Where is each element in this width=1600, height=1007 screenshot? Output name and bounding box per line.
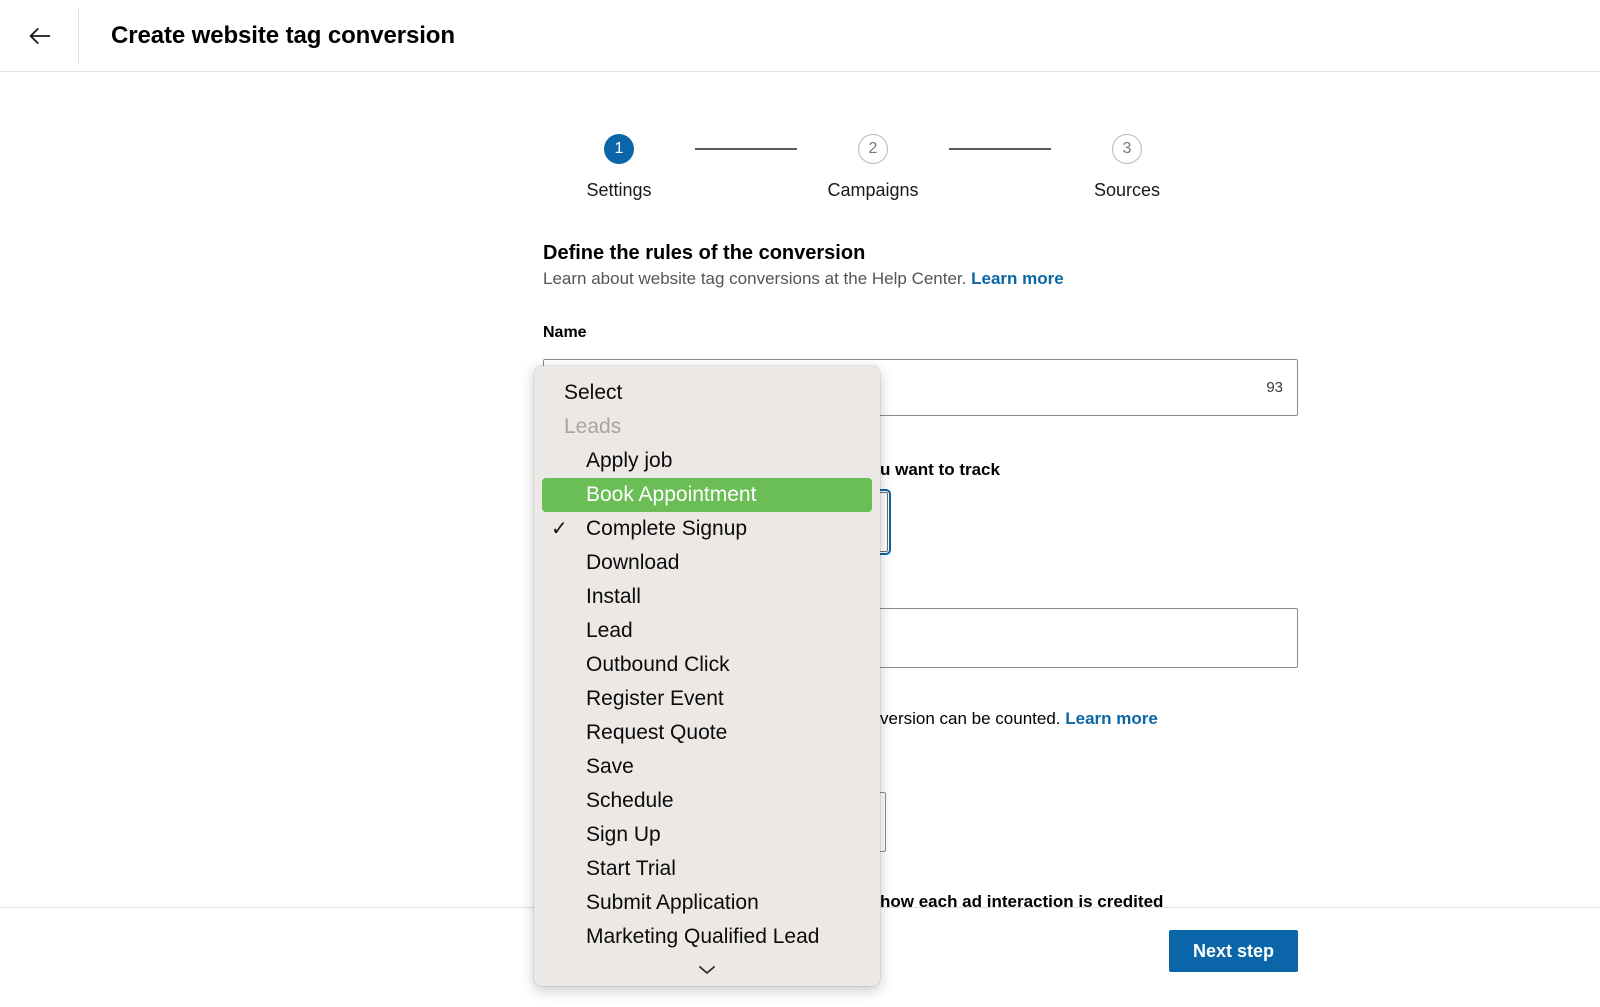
dropdown-option-label: Download [586, 551, 680, 574]
page-root: Create website tag conversion 1 Settings… [0, 0, 1600, 1007]
section-title: Define the rules of the conversion [543, 242, 866, 264]
step-sources[interactable]: 3 Sources [1051, 134, 1203, 201]
dropdown-option-label: Schedule [586, 789, 674, 812]
dropdown-option-apply-job[interactable]: Apply job [534, 444, 880, 478]
dropdown-option-label: Book Appointment [586, 483, 757, 506]
dropdown-option-sign-up[interactable]: Sign Up [534, 818, 880, 852]
dropdown-option-label: Complete Signup [586, 517, 748, 540]
dropdown-option-request-quote[interactable]: Request Quote [534, 716, 880, 750]
dropdown-option-label: Apply job [586, 449, 673, 472]
step-settings-label: Settings [586, 180, 652, 200]
back-button[interactable] [12, 8, 68, 64]
dropdown-group-leads: Leads [534, 410, 880, 444]
dropdown-option-label: Sign Up [586, 823, 661, 846]
section-subtitle: Learn about website tag conversions at t… [543, 269, 1064, 289]
dropdown-option-outbound-click[interactable]: Outbound Click [534, 648, 880, 682]
step-campaigns[interactable]: 2 Campaigns [797, 134, 949, 201]
step-sources-number: 3 [1112, 134, 1142, 164]
dropdown-title-item[interactable]: Select [534, 376, 880, 410]
dropdown-option-label: Start Trial [586, 857, 676, 880]
counting-learn-more-link[interactable]: Learn more [1065, 709, 1158, 728]
dropdown-option-label: Outbound Click [586, 653, 730, 676]
next-step-button[interactable]: Next step [1169, 930, 1299, 972]
dropdown-option-book-appointment[interactable]: Book Appointment [542, 478, 872, 512]
dropdown-option-submit-application[interactable]: Submit Application [534, 886, 880, 920]
wizard-stepper: 1 Settings 2 Campaigns 3 Sources [543, 134, 1203, 201]
dropdown-option-label: Lead [586, 619, 633, 642]
dropdown-option-marketing-qualified-lead[interactable]: Marketing Qualified Lead [534, 920, 880, 954]
name-char-counter: 93 [1266, 379, 1283, 396]
dropdown-option-label: Marketing Qualified Lead [586, 925, 820, 948]
dropdown-option-lead[interactable]: Lead [534, 614, 880, 648]
step-settings[interactable]: 1 Settings [543, 134, 695, 201]
dropdown-option-label: Submit Application [586, 891, 759, 914]
conversion-action-dropdown-menu[interactable]: Select Leads Apply job Book Appointment … [534, 366, 880, 986]
step-connector-1 [695, 148, 797, 150]
dropdown-option-complete-signup[interactable]: ✓ Complete Signup [534, 512, 880, 546]
section-subtitle-text: Learn about website tag conversions at t… [543, 269, 967, 288]
dropdown-option-start-trial[interactable]: Start Trial [534, 852, 880, 886]
name-label: Name [543, 324, 587, 341]
page-title: Create website tag conversion [111, 21, 455, 49]
top-bar: Create website tag conversion [0, 0, 1600, 72]
dropdown-title-label: Select [564, 381, 623, 404]
counting-helper-text: version can be counted. Learn more [880, 709, 1158, 729]
arrow-left-icon [26, 22, 54, 50]
dropdown-option-label: Request Quote [586, 721, 728, 744]
dropdown-group-label: Leads [564, 415, 622, 438]
step-connector-2 [949, 148, 1051, 150]
step-sources-label: Sources [1093, 180, 1161, 200]
dropdown-scroll-down-button[interactable] [534, 962, 880, 980]
counting-helper-label: version can be counted. [880, 709, 1061, 728]
dropdown-option-label: Register Event [586, 687, 724, 710]
chevron-down-icon [697, 962, 717, 979]
dropdown-option-label: Install [586, 585, 641, 608]
dropdown-option-register-event[interactable]: Register Event [534, 682, 880, 716]
step-settings-number: 1 [604, 134, 634, 164]
top-bar-divider [78, 7, 79, 64]
dropdown-option-install[interactable]: Install [534, 580, 880, 614]
dropdown-option-download[interactable]: Download [534, 546, 880, 580]
dropdown-option-schedule[interactable]: Schedule [534, 784, 880, 818]
checkmark-icon: ✓ [551, 518, 568, 540]
step-campaigns-number: 2 [858, 134, 888, 164]
dropdown-option-label: Save [586, 755, 634, 778]
conversion-action-label: u want to track [880, 460, 1000, 479]
step-campaigns-label: Campaigns [827, 180, 919, 200]
dropdown-option-save[interactable]: Save [534, 750, 880, 784]
section-learn-more-link[interactable]: Learn more [971, 269, 1064, 288]
